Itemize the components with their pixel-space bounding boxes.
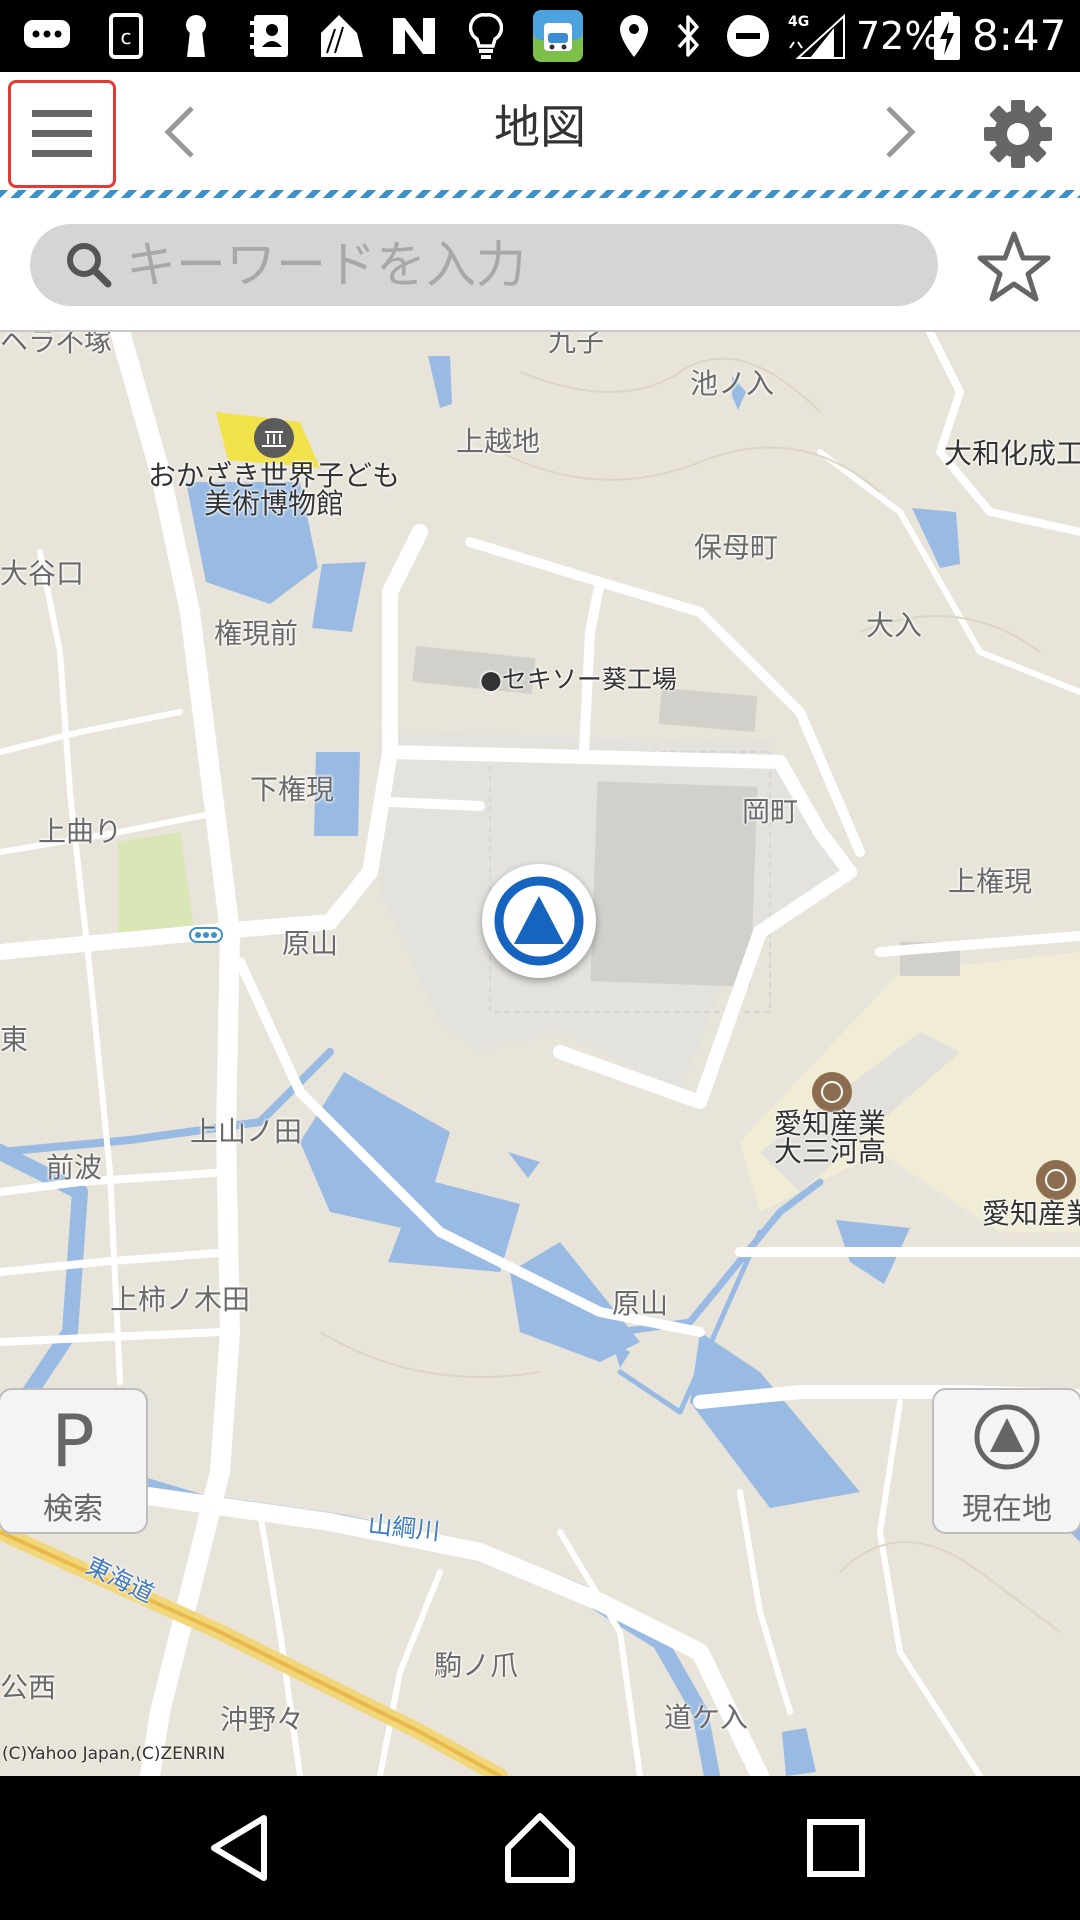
signal-4g-icon: 4G	[786, 12, 846, 60]
car-app-icon	[532, 8, 584, 64]
map-label-school: 愛知産業 大三河高	[774, 1107, 887, 1168]
map-label: 権現前	[214, 617, 299, 650]
keyhole-icon	[178, 12, 214, 60]
n-logo-icon	[390, 12, 438, 60]
map-label-museum: おかざき世界子ども 美術博物館	[148, 459, 401, 520]
page-title: 地図	[494, 100, 586, 154]
map-label: 大入	[866, 609, 923, 642]
bluetooth-icon	[668, 12, 708, 60]
contacts-icon	[248, 12, 292, 60]
map-label: 公西	[0, 1671, 57, 1704]
map-label: 下権現	[250, 773, 335, 806]
star-icon	[977, 231, 1051, 302]
map-label: 大谷口	[0, 557, 85, 590]
home-button[interactable]	[500, 1808, 580, 1888]
lightbulb-icon	[466, 12, 506, 60]
search-bar	[0, 198, 1080, 332]
location-pin-icon	[614, 12, 654, 60]
map-label: 道ケ入	[664, 1701, 749, 1734]
map-label: 東	[0, 1023, 29, 1056]
menu-button[interactable]	[8, 80, 116, 188]
chat-notification-icon	[20, 12, 74, 60]
map-label: 九子	[548, 332, 605, 358]
gear-icon	[984, 100, 1052, 168]
parking-search-label: 検索	[43, 1492, 103, 1527]
status-bar: c 4G 72% 8:47	[0, 0, 1080, 72]
map-label: 上曲り	[38, 815, 123, 848]
system-nav-bar	[0, 1776, 1080, 1920]
paint-swatch-icon	[316, 12, 368, 60]
recents-square-icon	[807, 1819, 865, 1877]
location-arrow-icon	[494, 876, 584, 966]
forward-arrow-button[interactable]	[868, 102, 928, 162]
settings-button[interactable]	[982, 98, 1054, 170]
back-button[interactable]	[202, 1808, 282, 1888]
home-icon	[505, 1813, 575, 1883]
battery-percent: 72%	[856, 14, 941, 58]
header-divider	[0, 190, 1080, 198]
search-icon	[67, 243, 112, 288]
recents-button[interactable]	[796, 1808, 876, 1888]
app-header: 地図	[0, 72, 1080, 198]
map-copyright: (C)Yahoo Japan,(C)ZENRIN	[2, 1744, 226, 1764]
current-location-marker[interactable]	[482, 864, 596, 978]
svg-text:4G: 4G	[788, 14, 809, 30]
chevron-right-icon	[886, 106, 916, 158]
map-label: 上越地	[456, 425, 541, 458]
search-box[interactable]	[30, 224, 938, 306]
current-location-label: 現在地	[962, 1492, 1052, 1527]
battery-charging-icon	[930, 12, 964, 60]
map-view[interactable]: ヘラ不塚 九子 おかざき世界子ども 美術博物館 池ノ入 上越地 大和化成工 保母…	[0, 332, 1080, 1776]
app-c-icon: c	[106, 12, 146, 60]
map-label-school: 愛知産業	[982, 1197, 1080, 1230]
map-label: 池ノ入	[690, 367, 775, 400]
map-label: 大和化成工	[944, 437, 1080, 470]
map-label: 上山ノ田	[190, 1115, 303, 1148]
search-input[interactable]	[126, 232, 906, 298]
map-label: 原山	[282, 927, 339, 960]
do-not-disturb-icon	[724, 12, 772, 60]
favorites-button[interactable]	[974, 226, 1054, 306]
map-label-poi: ●セキソー葵工場	[480, 665, 677, 694]
clock: 8:47	[972, 11, 1067, 60]
map-label: ヘラ不塚	[0, 332, 113, 358]
chevron-left-icon	[164, 106, 194, 158]
map-label: 前波	[46, 1151, 103, 1184]
svg-text:c: c	[121, 25, 132, 49]
map-label: 岡町	[742, 795, 799, 828]
parking-search-button[interactable]: P 検索	[0, 1388, 148, 1534]
parking-icon: P	[51, 1399, 95, 1483]
map-label: 駒ノ爪	[434, 1649, 519, 1682]
hamburger-icon	[32, 110, 92, 157]
map-label: 上柿ノ木田	[110, 1283, 251, 1316]
map-label: 原山	[612, 1287, 669, 1320]
map-base	[0, 332, 1080, 1776]
back-triangle-icon	[211, 1815, 267, 1881]
map-label: 上権現	[948, 865, 1033, 898]
map-label: 保母町	[694, 531, 779, 564]
current-location-button[interactable]: 現在地	[932, 1388, 1080, 1534]
navigation-arrow-icon	[974, 1404, 1040, 1470]
map-label: 沖野々	[220, 1703, 305, 1736]
back-arrow-button[interactable]	[152, 102, 212, 162]
